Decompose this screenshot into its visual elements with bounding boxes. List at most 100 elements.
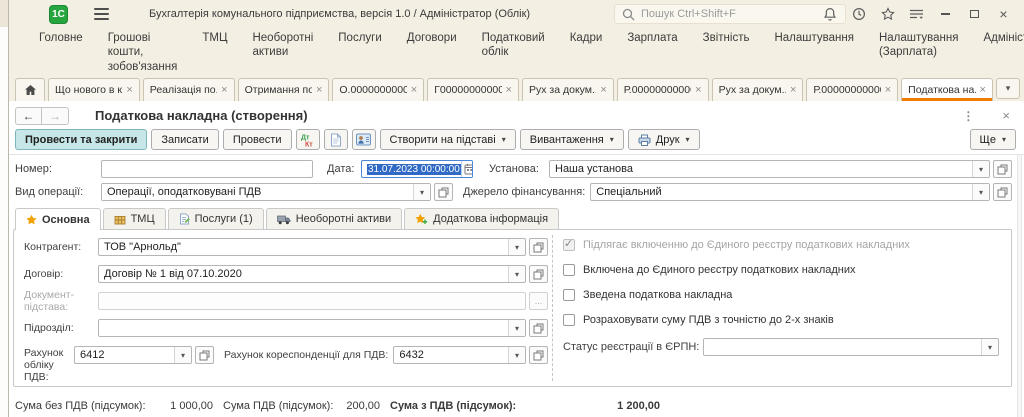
- dropdown-button[interactable]: ▾: [413, 184, 430, 200]
- checkbox[interactable]: ✓: [563, 239, 575, 251]
- contractor-field[interactable]: ТОВ "Арнольд" ▾: [98, 238, 526, 256]
- browser-tab[interactable]: Р.000000000001 ×: [617, 78, 709, 101]
- maximize-button[interactable]: [960, 0, 989, 28]
- browser-tab[interactable]: Рух за докум... ×: [522, 78, 614, 101]
- write-button[interactable]: Записати: [151, 129, 218, 150]
- post-button[interactable]: Провести: [223, 129, 292, 150]
- vat-corr-account-field[interactable]: 6432 ▾: [393, 346, 526, 364]
- browser-tab[interactable]: Реалізація по... ×: [143, 78, 235, 101]
- dropdown-button[interactable]: ▾: [981, 339, 998, 355]
- menu-item[interactable]: ТМЦ: [202, 31, 227, 74]
- menu-item[interactable]: Кадри: [570, 31, 603, 74]
- tab-close-icon[interactable]: ×: [790, 85, 796, 96]
- close-window-button[interactable]: ×: [989, 0, 1018, 28]
- browser-tab[interactable]: Г0000000000001 ×: [427, 78, 519, 101]
- menu-item[interactable]: Договори: [407, 31, 457, 74]
- menu-item[interactable]: Звітність: [703, 31, 750, 74]
- erpn-status-field[interactable]: ▾: [703, 338, 999, 356]
- menu-item[interactable]: Зарплата: [627, 31, 677, 74]
- checkbox[interactable]: ✓: [563, 264, 575, 276]
- menu-item[interactable]: Грошові кошти, зобов'язання: [108, 31, 178, 74]
- hamburger-menu-icon[interactable]: [94, 8, 109, 20]
- minimize-button[interactable]: [931, 0, 960, 28]
- document-close-icon[interactable]: ×: [1002, 108, 1010, 123]
- post-and-close-button[interactable]: Провести та закрити: [15, 129, 147, 150]
- dropdown-button[interactable]: ▾: [508, 320, 525, 336]
- favorites-star-icon[interactable]: [873, 0, 902, 28]
- tab-close-icon[interactable]: ×: [126, 85, 132, 96]
- dropdown-button[interactable]: ▾: [972, 161, 989, 177]
- dropdown-button[interactable]: ▾: [972, 184, 989, 200]
- menu-item[interactable]: Налаштування (Зарплата): [879, 31, 958, 74]
- browser-tab[interactable]: Податкова на... ×: [901, 78, 993, 101]
- browser-tab[interactable]: О.000000000002 ×: [332, 78, 424, 101]
- dtkt-icon: ДтКт: [301, 133, 315, 147]
- document-structure-button[interactable]: [324, 129, 348, 150]
- create-based-on-button[interactable]: Створити на підставі ▾: [380, 129, 516, 150]
- dropdown-button[interactable]: ▾: [174, 347, 191, 363]
- unload-button[interactable]: Вивантаження ▾: [520, 129, 624, 150]
- open-choose-button[interactable]: [529, 238, 548, 256]
- ellipsis-button[interactable]: ...: [529, 292, 548, 310]
- browser-tab[interactable]: Що нового в к... ×: [48, 78, 140, 101]
- vat-account-field[interactable]: 6412 ▾: [74, 346, 192, 364]
- form-tab[interactable]: Необоротні активи: [266, 208, 402, 229]
- number-field[interactable]: [101, 160, 313, 178]
- tab-close-icon[interactable]: ×: [506, 85, 512, 96]
- open-choose-button[interactable]: [529, 265, 548, 283]
- open-choose-button[interactable]: [434, 183, 453, 201]
- browser-tab[interactable]: Отримання по... ×: [238, 78, 330, 101]
- tab-close-icon[interactable]: ×: [411, 85, 417, 96]
- operation-kind-field[interactable]: Операції, оподатковувані ПДВ ▾: [101, 183, 431, 201]
- dropdown-button[interactable]: ▾: [508, 266, 525, 282]
- tab-overflow-button[interactable]: ▾: [996, 78, 1020, 99]
- menu-item[interactable]: Адміністрування: [983, 31, 1024, 74]
- notifications-bell-icon[interactable]: [815, 0, 844, 28]
- menu-item[interactable]: Налаштування: [774, 31, 853, 74]
- form-tab[interactable]: Послуги (1): [168, 208, 264, 229]
- menu-item[interactable]: Податковий облік: [482, 31, 545, 74]
- tab-close-icon[interactable]: ×: [600, 85, 606, 96]
- dropdown-button[interactable]: ▾: [508, 239, 525, 255]
- menu-item[interactable]: Послуги: [338, 31, 382, 74]
- tab-close-icon[interactable]: ×: [980, 85, 986, 96]
- back-button[interactable]: ←: [15, 107, 42, 125]
- menu-item[interactable]: Необоротні активи: [252, 31, 313, 74]
- tab-close-icon[interactable]: ×: [221, 85, 227, 96]
- history-clock-icon[interactable]: [844, 0, 873, 28]
- dropdown-button[interactable]: ▾: [508, 347, 525, 363]
- home-tab[interactable]: [15, 78, 45, 101]
- more-button[interactable]: Ще ▾: [970, 129, 1016, 150]
- printer-icon: [638, 134, 651, 146]
- checkbox[interactable]: ✓: [563, 289, 575, 301]
- open-choose-button[interactable]: [529, 319, 548, 337]
- funding-source-field[interactable]: Спеціальний ▾: [590, 183, 990, 201]
- forward-button[interactable]: →: [42, 107, 69, 125]
- department-field[interactable]: ▾: [98, 319, 526, 337]
- institution-field[interactable]: Наша установа ▾: [549, 160, 990, 178]
- open-choose-button[interactable]: [993, 160, 1012, 178]
- vertical-scrollbar[interactable]: [1017, 155, 1022, 417]
- browser-tab[interactable]: Р.000000000002 ×: [806, 78, 898, 101]
- functions-menu-icon[interactable]: [902, 0, 931, 28]
- global-search-input[interactable]: Пошук Ctrl+Shift+F: [614, 4, 846, 24]
- form-tab[interactable]: Основна: [15, 208, 101, 230]
- open-choose-button[interactable]: [993, 183, 1012, 201]
- tab-close-icon[interactable]: ×: [316, 85, 322, 96]
- form-tab[interactable]: Додаткова інформація: [404, 208, 559, 229]
- tab-close-icon[interactable]: ×: [885, 85, 891, 96]
- form-tab[interactable]: ТМЦ: [103, 208, 166, 229]
- dtkt-postings-button[interactable]: ДтКт: [296, 129, 320, 150]
- menu-item[interactable]: Головне: [39, 31, 83, 74]
- tab-close-icon[interactable]: ×: [695, 85, 701, 96]
- calendar-button[interactable]: [461, 161, 473, 177]
- browser-tab[interactable]: Рух за докум... ×: [712, 78, 804, 101]
- print-button[interactable]: Друк ▾: [628, 129, 700, 150]
- checkbox[interactable]: ✓: [563, 314, 575, 326]
- contract-field[interactable]: Договір № 1 від 07.10.2020 ▾: [98, 265, 526, 283]
- open-choose-button[interactable]: [195, 346, 214, 364]
- date-field[interactable]: 31.07.2023 00:00:00: [361, 160, 473, 178]
- kebab-menu-icon[interactable]: ⋮: [962, 109, 974, 123]
- contact-card-button[interactable]: [352, 129, 376, 150]
- open-choose-button[interactable]: [529, 346, 548, 364]
